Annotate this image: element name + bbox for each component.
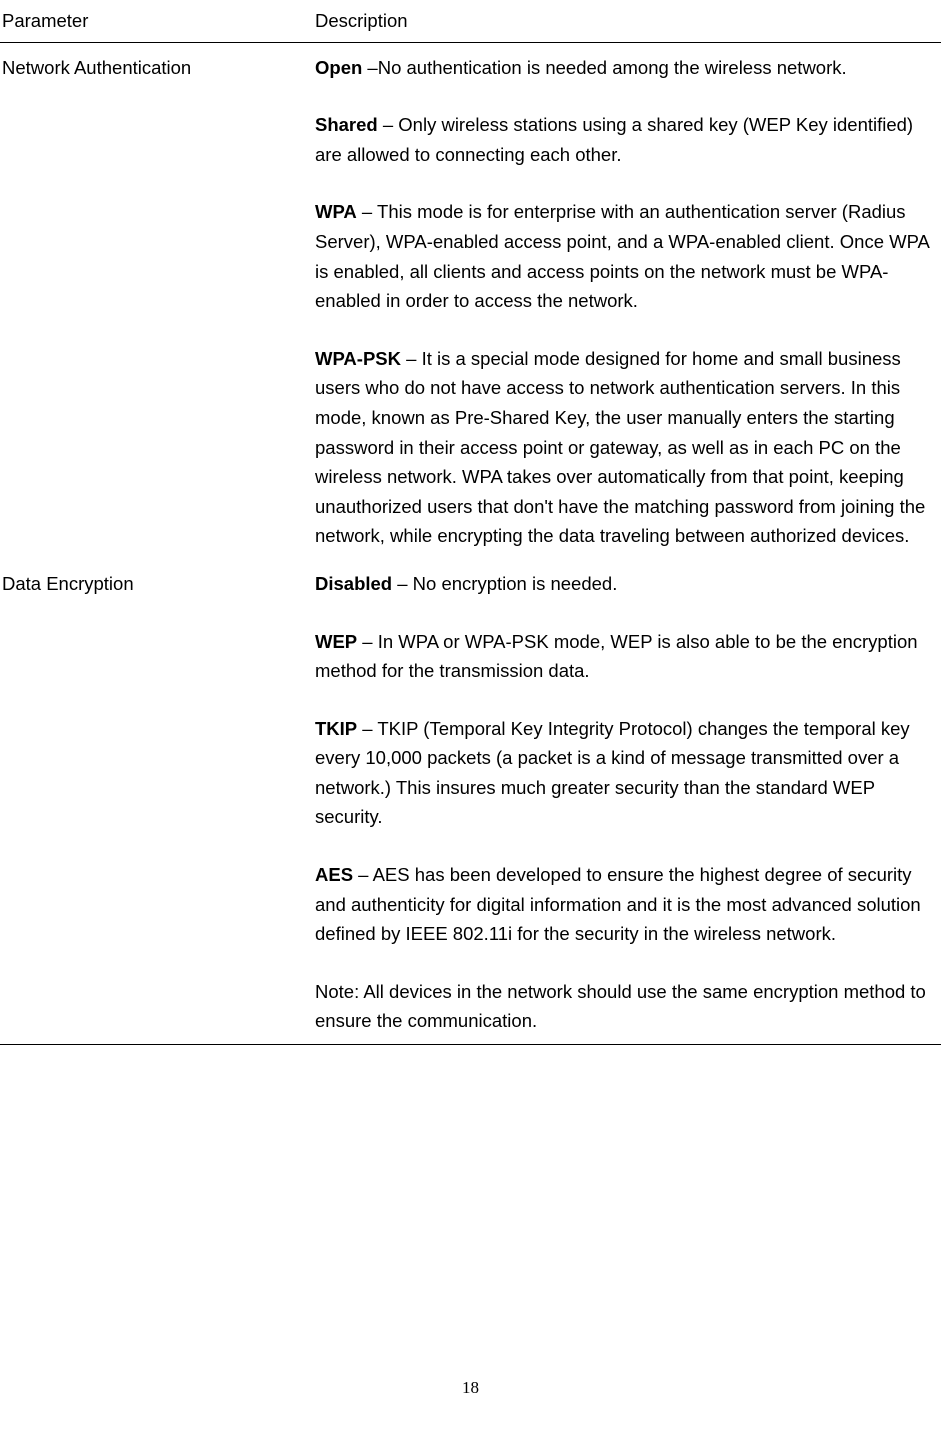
desc-network-authentication: Open –No authentication is needed among … [315,42,941,559]
text-note: Note: All devices in the network should … [315,981,926,1032]
text-disabled: – No encryption is needed. [392,573,617,594]
document-page: Parameter Description Network Authentica… [0,0,941,1045]
param-network-authentication: Network Authentication [0,42,315,559]
table-row: Data Encryption Disabled – No encryption… [0,559,941,1045]
desc-block: WEP – In WPA or WPA-PSK mode, WEP is als… [315,627,939,686]
text-wpa: – This mode is for enterprise with an au… [315,201,929,311]
desc-block: Open –No authentication is needed among … [315,53,939,83]
desc-block: TKIP – TKIP (Temporal Key Integrity Prot… [315,714,939,832]
desc-block: WPA – This mode is for enterprise with a… [315,197,939,315]
header-parameter: Parameter [0,0,315,42]
term-disabled: Disabled [315,573,392,594]
term-aes: AES [315,864,353,885]
desc-block: Shared – Only wireless stations using a … [315,110,939,169]
term-wpa-psk: WPA-PSK [315,348,401,369]
page-number: 18 [0,1374,941,1401]
text-shared: – Only wireless stations using a shared … [315,114,913,165]
term-shared: Shared [315,114,378,135]
term-tkip: TKIP [315,718,357,739]
desc-block: Disabled – No encryption is needed. [315,569,939,599]
table-header-row: Parameter Description [0,0,941,42]
term-open: Open [315,57,367,78]
desc-block: WPA-PSK – It is a special mode designed … [315,344,939,551]
parameter-table: Parameter Description Network Authentica… [0,0,941,1045]
text-open: –No authentication is needed among the w… [367,57,846,78]
desc-block: AES – AES has been developed to ensure t… [315,860,939,949]
text-wep: – In WPA or WPA-PSK mode, WEP is also ab… [315,631,918,682]
term-wpa: WPA [315,201,357,222]
term-wep: WEP [315,631,357,652]
text-aes: – AES has been developed to ensure the h… [315,864,921,944]
param-data-encryption: Data Encryption [0,559,315,1045]
desc-data-encryption: Disabled – No encryption is needed. WEP … [315,559,941,1045]
text-tkip: – TKIP (Temporal Key Integrity Protocol)… [315,718,910,828]
table-row: Network Authentication Open –No authenti… [0,42,941,559]
text-wpa-psk: – It is a special mode designed for home… [315,348,925,547]
header-description: Description [315,0,941,42]
desc-block: Note: All devices in the network should … [315,977,939,1036]
